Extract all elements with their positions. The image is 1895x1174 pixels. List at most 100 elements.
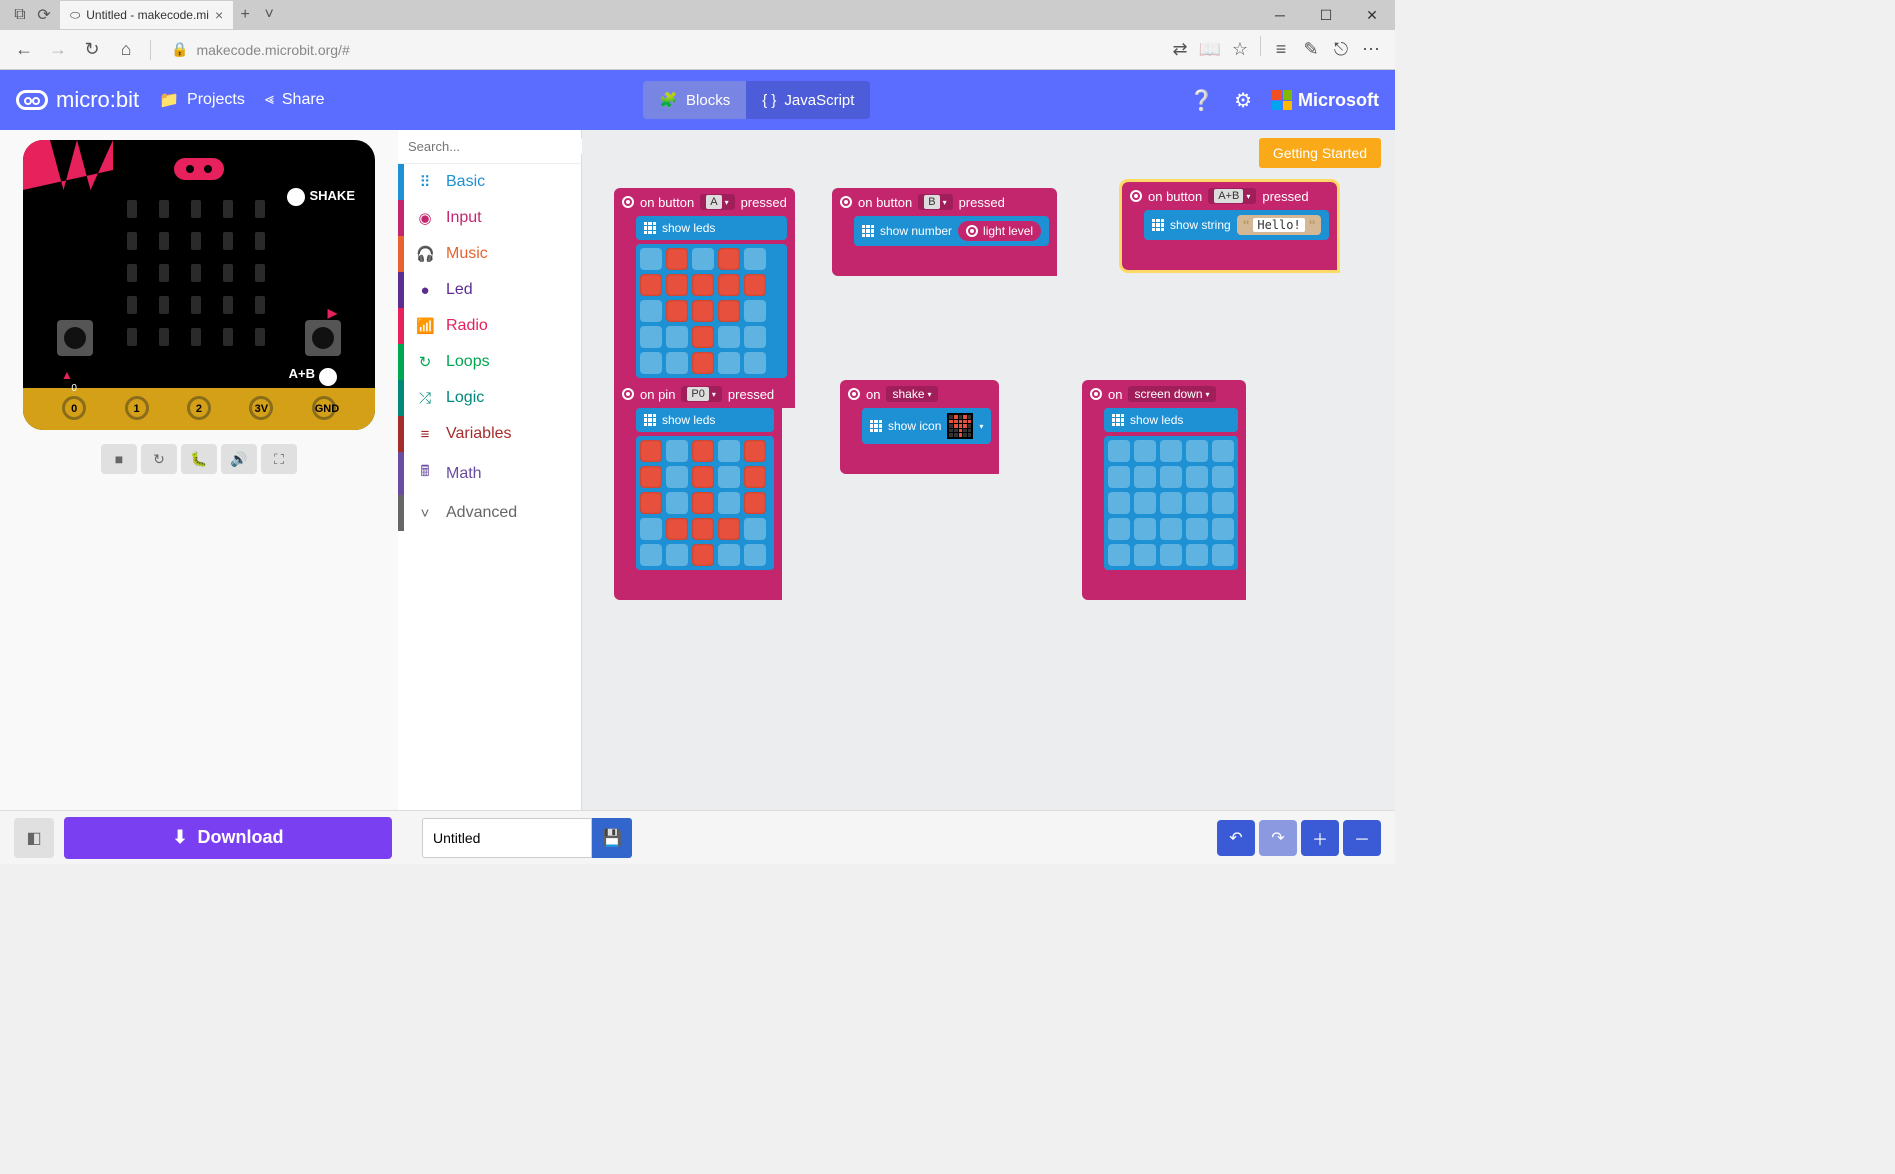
ab-button[interactable] [319,368,337,386]
block-show-leds-2[interactable]: show leds [636,408,774,432]
pin-3v[interactable]: 3V [249,396,273,420]
maximize-button[interactable]: ☐ [1303,0,1349,30]
tab-icon-1[interactable]: ⧉ [8,3,32,27]
param-button-a[interactable]: A▾ [700,194,734,210]
led-matrix-sd[interactable] [1104,436,1238,570]
pin-gnd[interactable]: GND [312,396,336,420]
minimize-button[interactable]: ─ [1257,0,1303,30]
share-icon[interactable]: ⎋ [1327,36,1355,64]
redo-button[interactable]: ↷ [1259,820,1297,856]
led-icon: ● [416,282,434,299]
save-button[interactable]: 💾 [592,818,632,858]
tab-chevron[interactable]: ˅ [257,3,281,27]
zoom-out-button[interactable]: － [1343,820,1381,856]
search-input[interactable] [408,139,584,154]
zoom-in-button[interactable]: ＋ [1301,820,1339,856]
pin-1[interactable]: 1 [125,396,149,420]
download-button[interactable]: ⬇ Download [64,817,392,859]
block-on-screen-down[interactable]: on screen down▾ show leds [1082,380,1246,600]
more-icon[interactable]: ⋯ [1357,36,1385,64]
browser-tab[interactable]: ⬭ Untitled - makecode.mi × [60,1,233,29]
shake-button[interactable] [287,188,305,206]
pin-2[interactable]: 2 [187,396,211,420]
close-tab-icon[interactable]: × [215,7,223,23]
workspace[interactable]: Getting Started on button A▾ pressed sho… [582,130,1395,830]
category-advanced[interactable]: ˅Advanced [398,495,581,531]
math-icon: 🖩 [416,461,434,486]
new-tab-button[interactable]: + [233,3,257,27]
search-box: 🔍 [398,130,581,164]
microbit-simulator[interactable]: SHAKE ▲ ▶ A+B 00 1 2 3V GND [23,140,375,430]
fullscreen-button[interactable]: ⛶ [261,444,297,474]
category-radio[interactable]: 📶Radio [398,308,581,344]
favorite-icon[interactable]: ☆ [1226,36,1254,64]
block-show-icon[interactable]: show icon ▾ [862,408,991,444]
block-show-leds-3[interactable]: show leds [1104,408,1238,432]
refresh-button[interactable]: ↻ [78,36,106,64]
stop-button[interactable]: ■ [101,444,137,474]
translate-icon[interactable]: ⇄ [1166,36,1194,64]
block-on-shake[interactable]: on shake▾ show icon ▾ [840,380,999,474]
category-basic[interactable]: ⠿Basic [398,164,581,200]
param-screen-down[interactable]: screen down▾ [1128,386,1215,402]
basic-icon: ⠿ [416,173,434,191]
restart-button[interactable]: ↻ [141,444,177,474]
address-bar[interactable]: 🔒 makecode.microbit.org/# [161,41,1160,58]
category-variables[interactable]: ≡Variables [398,416,581,452]
notes-icon[interactable]: ✎ [1297,36,1325,64]
block-show-number[interactable]: show number light level [854,216,1049,246]
home-button[interactable]: ⌂ [112,36,140,64]
pin-0[interactable]: 00 [62,396,86,420]
block-on-button-a[interactable]: on button A▾ pressed show leds [614,188,795,408]
category-math[interactable]: 🖩Math [398,452,581,495]
close-window-button[interactable]: ✕ [1349,0,1395,30]
help-icon[interactable]: ❔ [1189,88,1214,113]
led-matrix-p0[interactable] [636,436,774,570]
mute-button[interactable]: 🔊 [221,444,257,474]
led-matrix-a[interactable] [636,244,787,378]
category-input[interactable]: ◉Input [398,200,581,236]
getting-started-button[interactable]: Getting Started [1259,138,1381,168]
undo-button[interactable]: ↶ [1217,820,1255,856]
button-b[interactable] [305,320,341,356]
edge-connector: 00 1 2 3V GND [23,396,375,420]
param-shake[interactable]: shake▾ [886,386,937,402]
back-button[interactable]: ← [10,36,38,64]
param-button-b[interactable]: B▾ [918,194,952,210]
radio-icon: 📶 [416,317,434,335]
input-icon [848,388,860,400]
block-on-button-b[interactable]: on button B▾ pressed show number light l… [832,188,1057,276]
reading-icon[interactable]: 📖 [1196,36,1224,64]
gear-icon[interactable]: ⚙ [1234,88,1252,113]
forward-button[interactable]: → [44,36,72,64]
share-link[interactable]: ⪡ Share [265,91,325,109]
category-loops[interactable]: ↻Loops [398,344,581,380]
project-name-input[interactable] [422,818,592,858]
tab-icon-2[interactable]: ⟳ [32,3,56,27]
input-icon [840,196,852,208]
debug-button[interactable]: 🐛 [181,444,217,474]
param-pin-p0[interactable]: P0▾ [681,386,721,402]
category-music[interactable]: 🎧Music [398,236,581,272]
projects-link[interactable]: 📁 Projects [159,90,245,110]
block-show-string[interactable]: show string " Hello! " [1144,210,1329,240]
javascript-toggle[interactable]: { } JavaScript [746,81,870,119]
blocks-toggle[interactable]: 🧩 Blocks [643,81,746,119]
block-on-pin-p0[interactable]: on pin P0▾ pressed show leds [614,380,782,600]
hub-icon[interactable]: ≡ [1267,36,1295,64]
bottom-bar: ◧ ⬇ Download 💾 ↶ ↷ ＋ － [0,810,1395,864]
string-value[interactable]: " Hello! " [1237,215,1322,235]
grid-icon [644,222,656,234]
input-icon [1130,190,1142,202]
category-led[interactable]: ●Led [398,272,581,308]
block-show-leds[interactable]: show leds [636,216,787,240]
category-logic[interactable]: ⤮Logic [398,380,581,416]
button-a[interactable] [57,320,93,356]
val-light-level[interactable]: light level [958,221,1041,241]
param-button-ab[interactable]: A+B▾ [1208,188,1256,204]
microsoft-logo[interactable]: Microsoft [1272,90,1379,111]
microbit-logo[interactable]: micro:bit [16,87,139,113]
icon-preview[interactable] [947,413,973,439]
block-on-button-ab[interactable]: on button A+B▾ pressed show string " Hel… [1122,182,1337,270]
collapse-sim-button[interactable]: ◧ [14,818,54,858]
